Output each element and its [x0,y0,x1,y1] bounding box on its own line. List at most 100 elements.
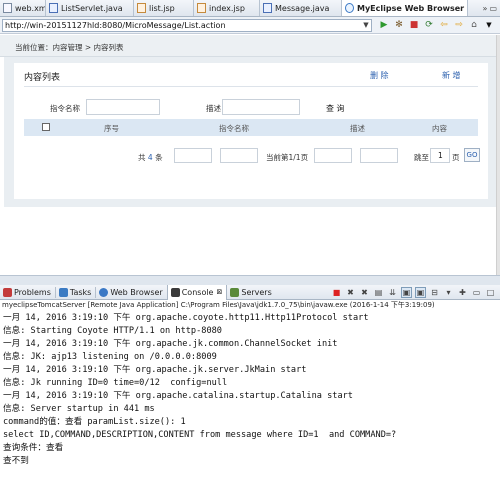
tab-web-browser[interactable]: Web Browser [96,285,166,300]
browser-nav-buttons: ▶ ✻ ■ ⟳ ⇦ ⇨ ⌂ ▼ [378,19,495,31]
next-page-button[interactable] [314,148,352,163]
tab-label: Console [181,287,214,297]
maximize-icon[interactable]: □ [485,287,496,298]
tab-listservlet-java[interactable]: ListServlet.java [46,0,134,16]
tab-label: Servers [241,287,272,297]
tab-console[interactable]: Console ⊠ [166,284,228,300]
page-unit: 页 [452,153,460,162]
back-icon[interactable]: ⇦ [438,19,450,31]
pin-console-icon[interactable]: ⊟ [429,287,440,298]
console-line: 一月 14, 2016 3:19:10 下午 org.apache.coyote… [3,313,369,323]
console-output[interactable]: 一月 14, 2016 3:19:10 下午 org.apache.coyote… [0,312,500,478]
stop-icon[interactable]: ■ [408,19,420,31]
page-body: 内容列表 删 除 新 增 指令名称 描述 查 询 序号 指令名称 描述 内容 共… [4,57,496,207]
jump-label: 跳至 [414,153,429,162]
title-divider [24,86,478,87]
description-label: 描述 [206,104,221,113]
open-console-icon[interactable]: ✚ [457,287,468,298]
tab-label: index.jsp [209,3,245,13]
editor-tab-tools: » ▭ [483,0,500,16]
console-process-label: myeclipseTomcatServer [Remote Java Appli… [0,300,500,311]
console-line: 一月 14, 2016 3:19:10 下午 org.apache.catali… [3,391,353,401]
console-line: 信息: Starting Coyote HTTP/1.1 on http-808… [3,326,222,336]
tab-tasks[interactable]: Tasks [56,285,95,300]
problems-icon [3,287,12,297]
description-input[interactable] [222,99,300,115]
console-line: 一月 14, 2016 3:19:10 下午 org.apache.jk.ser… [3,365,307,375]
col-description: 描述 [350,124,365,133]
show-on-stdout-icon[interactable]: ▣ [401,286,412,298]
console-line: 信息: Server startup in 441 ms [3,404,155,414]
go-icon[interactable]: ▶ [378,19,390,31]
jsp-file-icon [137,3,146,13]
chevron-down-icon[interactable]: ▼ [483,19,495,31]
java-file-icon [49,3,58,13]
tasks-icon [58,287,68,297]
tab-label: Problems [14,287,51,297]
breadcrumb: 当前位置：内容管理 > 内容列表 [15,43,124,52]
prev-page-button[interactable] [220,148,258,163]
query-button[interactable]: 查 询 [326,103,345,114]
command-input[interactable] [86,99,160,115]
browser-scrollbar[interactable] [496,35,500,275]
tab-label: web.xml [15,3,46,13]
go-button[interactable]: GO [464,148,480,162]
pane-splitter[interactable] [0,275,500,285]
remove-all-icon[interactable]: ✖ [359,287,370,298]
breadcrumb-bar: 当前位置：内容管理 > 内容列表 [0,35,496,57]
chevron-down-icon[interactable]: ▼ [361,21,371,29]
forward-icon[interactable]: ⇨ [453,19,465,31]
terminate-icon[interactable]: ■ [331,287,342,298]
delete-link[interactable]: 删 除 [370,70,389,81]
page-title: 内容列表 [24,73,61,83]
tab-label: MyEclipse Web Browser [357,3,465,13]
console-line: 一月 14, 2016 3:19:10 下午 org.apache.jk.com… [3,339,338,349]
page-number-input[interactable]: 1 [430,148,450,163]
close-icon[interactable]: ⊠ [216,288,222,296]
tab-label: ListServlet.java [61,3,123,13]
tab-web-xml[interactable]: web.xml [0,0,46,16]
refresh-icon[interactable]: ⟳ [423,19,435,31]
tab-myeclipse-web-browser[interactable]: MyEclipse Web Browser ✕ [342,0,468,16]
console-line: command的值：查看 paramList.size(): 1 [3,417,186,427]
url-field[interactable]: http://win-20151127hld:8080/MicroMessage… [2,18,372,32]
url-text: http://win-20151127hld:8080/MicroMessage… [5,20,226,30]
browser-content: 当前位置：内容管理 > 内容列表 内容列表 删 除 新 增 指令名称 描述 查 … [0,35,500,275]
tab-list-jsp[interactable]: list.jsp [134,0,194,16]
clear-console-icon[interactable]: ▤ [373,287,384,298]
first-page-button[interactable] [174,148,212,163]
jsp-file-icon [197,3,206,13]
last-page-button[interactable] [360,148,398,163]
browser-address-bar: http://win-20151127hld:8080/MicroMessage… [0,17,500,34]
show-on-stderr-icon[interactable]: ▣ [415,286,426,298]
tab-message-java[interactable]: Message.java [260,0,342,16]
tab-problems[interactable]: Problems [0,285,55,300]
overflow-icon[interactable]: » [483,4,488,13]
scroll-lock-icon[interactable]: ⇊ [387,287,398,298]
java-file-icon [263,3,272,13]
console-line: 查询条件：查看 [3,443,64,453]
total-count: 共 4 条 [138,153,163,162]
col-content: 内容 [432,124,447,133]
home-icon[interactable]: ⌂ [468,19,480,31]
remove-launch-icon[interactable]: ✖ [345,287,356,298]
editor-tab-bar: web.xml ListServlet.java list.jsp index.… [0,0,500,17]
console-line: 信息: JK: ajp13 listening on /0.0.0.0:8009 [3,352,217,362]
tab-index-jsp[interactable]: index.jsp [194,0,260,16]
minimize-icon[interactable]: ▭ [471,287,482,298]
command-label: 指令名称 [50,104,80,113]
console-line: 查不到 [3,456,29,466]
select-all-checkbox[interactable] [42,123,50,131]
tab-servers[interactable]: Servers [227,285,275,300]
minimize-icon[interactable]: ▭ [489,4,497,13]
display-console-icon[interactable]: ▾ [443,287,454,298]
console-line: select ID,COMMAND,DESCRIPTION,CONTENT fr… [3,430,397,440]
total-count-value: 4 [147,153,153,162]
globe-icon [345,3,354,13]
debug-icon[interactable]: ✻ [393,19,405,31]
add-link[interactable]: 新 增 [442,70,461,81]
col-index: 序号 [104,124,119,133]
console-toolbar: ■ ✖ ✖ ▤ ⇊ ▣ ▣ ⊟ ▾ ✚ ▭ □ [331,286,500,298]
views-tab-bar: Problems Tasks Web Browser Console ⊠ Ser… [0,284,500,300]
current-page: 当前第1/1页 [266,153,309,162]
